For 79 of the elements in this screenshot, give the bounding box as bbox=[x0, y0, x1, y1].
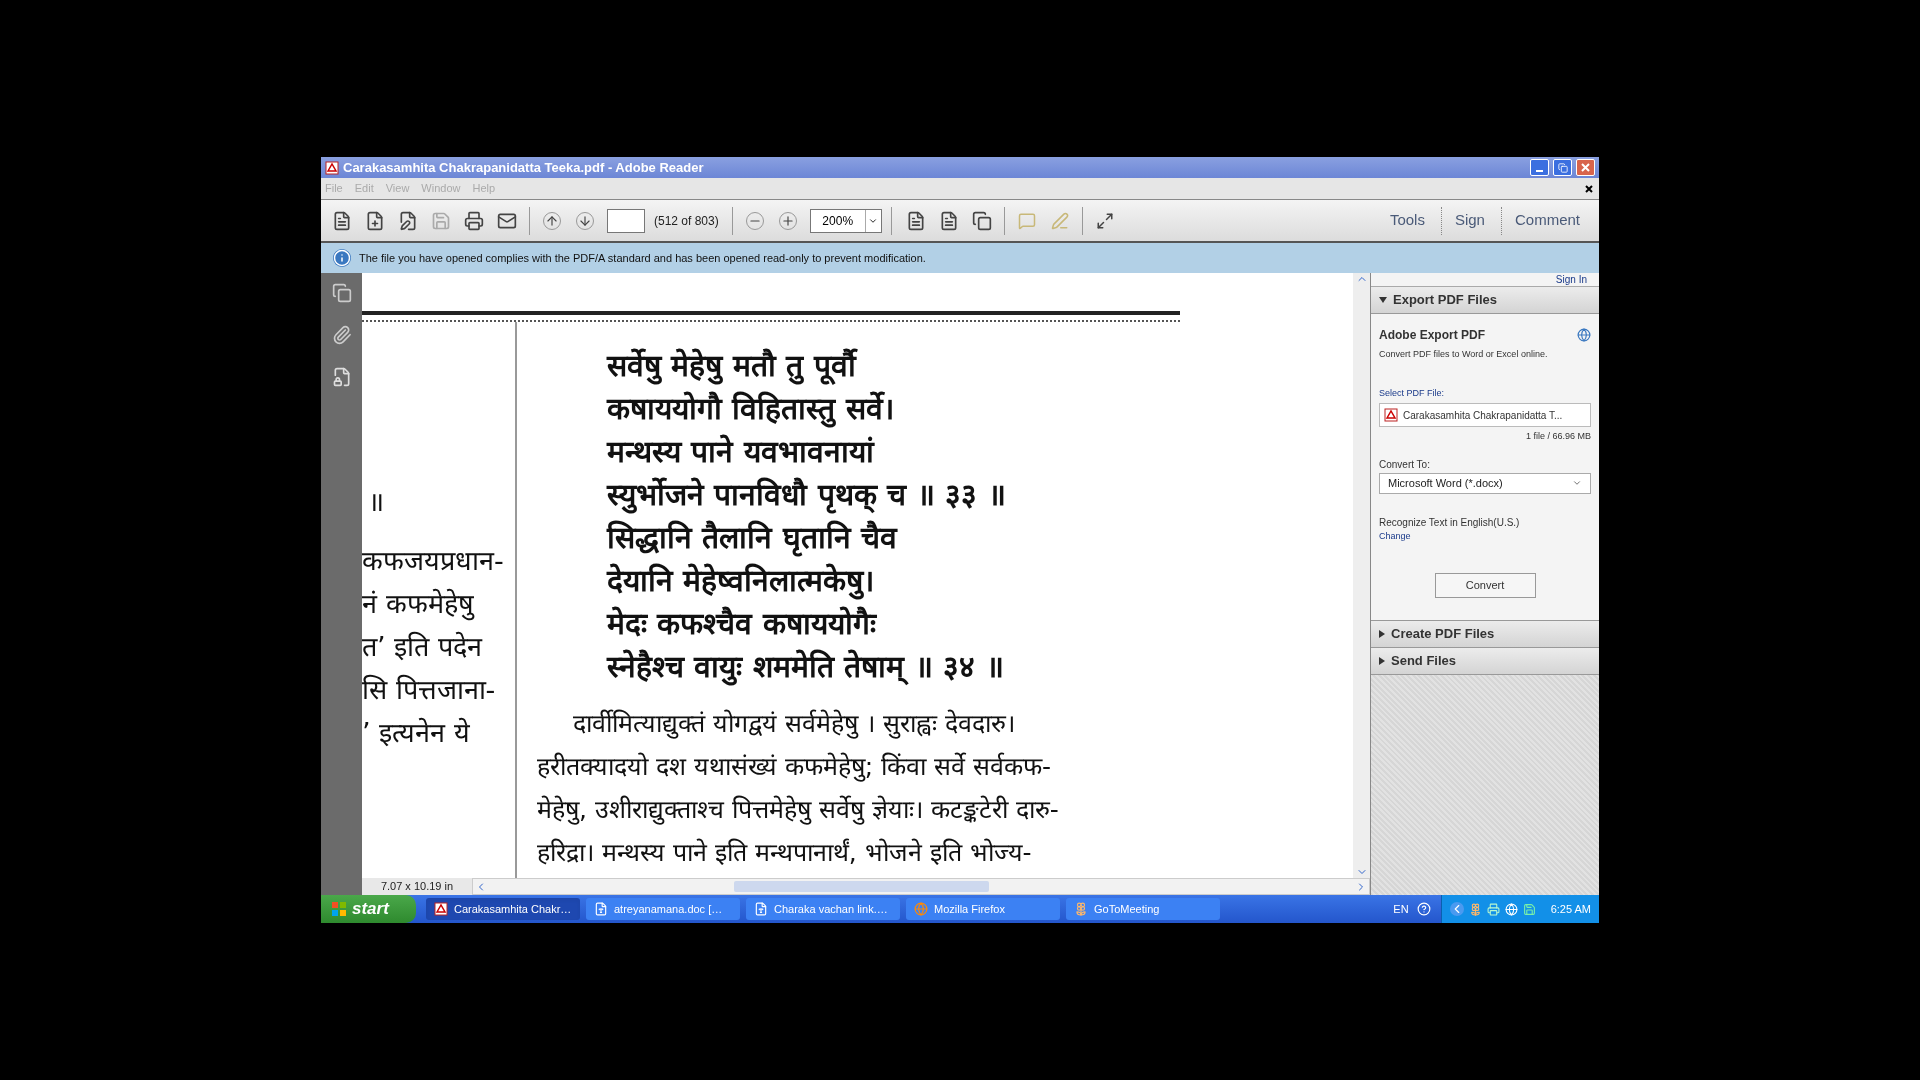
panel-section-header[interactable]: Send Files bbox=[1371, 648, 1599, 675]
pdf-file-icon bbox=[325, 160, 339, 175]
caret-right-icon bbox=[1379, 630, 1385, 638]
expand-tray-icon[interactable] bbox=[1449, 902, 1464, 916]
scroll-thumb[interactable] bbox=[733, 881, 989, 892]
verse-line: स्नेहैश्च वायुः शममेति तेषाम् ॥ ३४ ॥ bbox=[607, 648, 1005, 688]
language-indicator[interactable]: EN bbox=[1393, 900, 1409, 918]
toolbar-tab[interactable]: Tools bbox=[1376, 206, 1438, 235]
globe-icon bbox=[1577, 328, 1591, 342]
panel-description: Convert PDF files to Word or Excel online. bbox=[1379, 348, 1549, 361]
sign-in-link[interactable]: Sign In bbox=[1555, 272, 1587, 287]
info-message: The file you have opened complies with the PDF/A standard and has been opened read-only to prevent modification. bbox=[359, 250, 926, 266]
toolbar-tab[interactable]: Comment bbox=[1500, 206, 1593, 235]
caret-down-icon bbox=[1379, 297, 1387, 303]
verse-line: सिद्धानि तैलानि घृतानि चैव bbox=[607, 519, 899, 559]
verse-line: सर्वेषु मेहेषु मतौ तु पूर्वौ bbox=[607, 347, 859, 387]
verse-line: मेदः कफश्चैव कषाययोगैः bbox=[607, 605, 878, 643]
help-icon[interactable] bbox=[1416, 902, 1431, 916]
attachment-icon[interactable] bbox=[331, 325, 352, 345]
globe-icon bbox=[914, 902, 928, 916]
page-size: 7.07 x 10.19 in bbox=[379, 879, 455, 895]
page-count: (512 of 803) bbox=[654, 212, 719, 230]
pdf-file-icon bbox=[1384, 408, 1398, 422]
commentary-line: हरिद्रा। मन्थस्य पाने इति मन्थपानार्थं, भोजने इति भोज्य- bbox=[537, 837, 1033, 869]
vertical-scrollbar[interactable] bbox=[1353, 273, 1370, 878]
restore-icon bbox=[1557, 162, 1568, 173]
info-icon bbox=[333, 249, 351, 267]
caret-right-icon bbox=[1379, 657, 1385, 665]
verse-line: कषाययोगौ विहितास्तु सर्वे। bbox=[607, 390, 895, 430]
field-label: Select PDF File: bbox=[1379, 386, 1446, 400]
taskbar-button[interactable]: atreyanamana.doc [… bbox=[586, 898, 740, 920]
verse-line: स्युर्भोजने पानविधौ पृथक् च ॥ ३३ ॥ bbox=[607, 476, 1007, 516]
document-text: ॥ bbox=[368, 485, 384, 519]
horizontal-scrollbar[interactable] bbox=[472, 878, 1370, 895]
minimize-button[interactable] bbox=[1530, 159, 1549, 176]
window-title: Carakasamhita Chakrapanidatta Teeka.pdf - Adobe Reader bbox=[343, 158, 704, 177]
close-button[interactable] bbox=[1576, 159, 1595, 176]
taskbar-button[interactable]: Mozilla Firefox bbox=[906, 898, 1060, 920]
format-dropdown[interactable]: Microsoft Word (*.docx) bbox=[1379, 472, 1591, 494]
panel-title: Adobe Export PDF bbox=[1379, 327, 1485, 344]
taskbar-button[interactable]: GoToMeeting bbox=[1066, 898, 1220, 920]
taskbar-button[interactable]: Charaka vachan link.… bbox=[746, 898, 900, 920]
taskbar-button[interactable]: Carakasamhita Chakr… bbox=[426, 898, 580, 920]
document-icon bbox=[754, 902, 768, 916]
windows-logo-icon bbox=[331, 901, 347, 917]
document-text: नं कफमेहेषु bbox=[362, 587, 474, 621]
pdf-file-icon bbox=[434, 902, 448, 916]
caret-icon bbox=[1572, 478, 1582, 488]
commentary-line: दार्वीमित्याद्युक्तं योगद्वयं सर्वमेहेषु । सुराह्वः देवदारु। bbox=[572, 708, 1016, 741]
restore-button[interactable] bbox=[1553, 159, 1572, 176]
panel-section-header[interactable]: Create PDF Files bbox=[1371, 621, 1599, 648]
zoom-dropdown[interactable]: 200% bbox=[809, 208, 882, 233]
field-label: Convert To: bbox=[1379, 457, 1431, 472]
commentary-line: मेहेषु, उशीराद्युक्ताश्च पित्तमेहेषु सर्वेषु ज्ञेयाः। कटङ्कटेरी दारु- bbox=[537, 794, 1059, 827]
document-text: ’ इत्यनेन ये bbox=[362, 716, 470, 750]
document-text: सि पित्तजाना- bbox=[362, 673, 496, 707]
printer-icon[interactable] bbox=[1486, 902, 1500, 916]
flower-icon bbox=[1074, 902, 1088, 916]
panel-section-header[interactable]: Export PDF Files bbox=[1371, 287, 1599, 314]
close-icon bbox=[1581, 163, 1590, 172]
toolbar-tab[interactable]: Sign bbox=[1440, 206, 1498, 235]
convert-button[interactable]: Convert bbox=[1434, 573, 1536, 598]
close-document-button[interactable] bbox=[1583, 182, 1595, 195]
change-link[interactable]: Change bbox=[1379, 529, 1591, 543]
flower-icon[interactable] bbox=[1468, 902, 1482, 916]
pages-icon[interactable] bbox=[331, 283, 352, 303]
document-text: कफजयप्रधान- bbox=[362, 544, 504, 578]
commentary-line: हरीतक्यादयो दश यथासंख्यं कफमेहेषु; किंवा सर्वे सर्वकफ- bbox=[537, 751, 1053, 784]
clock: 6:25 AM bbox=[1550, 901, 1591, 917]
file-size: 1 file / 66.96 MB bbox=[1525, 430, 1591, 443]
document-icon bbox=[594, 902, 608, 916]
verse-line: मन्थस्य पाने यवभावनायां bbox=[607, 433, 876, 471]
network-icon[interactable] bbox=[1504, 902, 1518, 916]
page-number-field[interactable] bbox=[607, 208, 645, 233]
ocr-language-text: Recognize Text in English(U.S.) bbox=[1379, 515, 1521, 530]
start-button[interactable]: start bbox=[321, 895, 416, 923]
file-field[interactable]: Carakasamhita Chakrapanidatta T... bbox=[1379, 403, 1591, 427]
document-text: त’ इति पदेन bbox=[362, 630, 482, 664]
verse-line: देयानि मेहेष्वनिलात्मकेषु। bbox=[607, 562, 876, 602]
